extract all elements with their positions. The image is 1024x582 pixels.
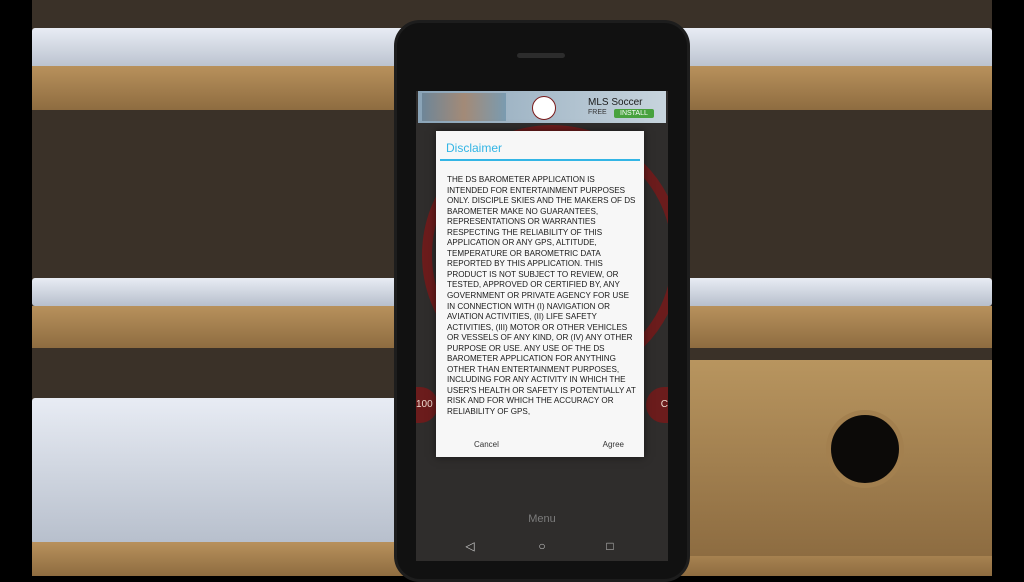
disclaimer-dialog: Disclaimer THE DS BAROMETER APPLICATION … <box>436 131 644 457</box>
back-icon[interactable]: ◁ <box>462 538 478 554</box>
paper-stack-bottom <box>32 398 422 544</box>
phone-screen: MLS Soccer FREE INSTALL 100 C Disclaimer… <box>416 91 668 561</box>
gauge-right-value: C <box>646 387 668 423</box>
ad-install-button[interactable]: INSTALL <box>614 109 654 118</box>
phone-speaker <box>517 53 565 58</box>
phone: MLS Soccer FREE INSTALL 100 C Disclaimer… <box>394 20 690 582</box>
ad-title: MLS Soccer <box>588 97 643 108</box>
home-icon[interactable]: ○ <box>534 538 550 554</box>
recent-apps-icon[interactable]: □ <box>602 538 618 554</box>
ad-subtitle: FREE <box>588 109 607 116</box>
disclaimer-text: THE DS BAROMETER APPLICATION IS INTENDED… <box>447 175 636 417</box>
gauge-left-value: 100 <box>416 387 438 423</box>
dialog-divider <box>440 159 640 161</box>
menu-label[interactable]: Menu <box>416 513 668 525</box>
cancel-button[interactable]: Cancel <box>474 440 499 449</box>
dialog-title: Disclaimer <box>446 141 503 155</box>
mls-logo-icon <box>532 96 556 120</box>
drawer-handle-hole <box>826 410 904 488</box>
ad-photo <box>422 93 506 121</box>
android-navbar: ◁ ○ □ <box>416 535 668 561</box>
agree-button[interactable]: Agree <box>603 440 624 449</box>
ad-banner[interactable]: MLS Soccer FREE INSTALL <box>418 91 666 123</box>
